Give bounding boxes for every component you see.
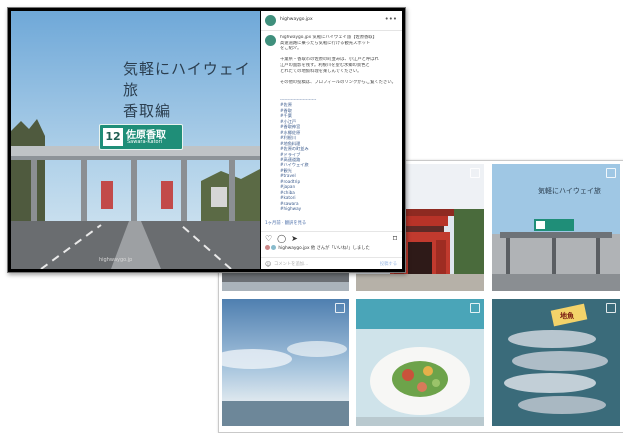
share-icon[interactable]: ➤ (291, 234, 303, 243)
highway-sign-image (492, 164, 620, 291)
grid-tile-highway-sign[interactable]: 気軽にハイウェイ旅 (492, 164, 620, 291)
photo-title: 気軽にハイウェイ旅 香取編 (123, 59, 260, 122)
bookmark-icon[interactable]: ⌑ (393, 234, 397, 243)
liker-avatar (271, 245, 276, 250)
emoji-icon[interactable]: ☺ (265, 261, 271, 268)
divider (261, 231, 402, 232)
comment-input[interactable]: コメントを追加... (274, 261, 308, 267)
highway-exit-sign: 12 佐原香取 Sawara-Katori (99, 124, 183, 150)
food-image (356, 299, 484, 426)
fish-price-tag: 地魚 (560, 312, 574, 320)
multiple-photos-icon (470, 303, 480, 313)
liked-by-text: highwaygo.jpx 他 さんが「いいね!」しました (278, 246, 370, 251)
multiple-photos-icon (335, 303, 345, 313)
exit-name-en: Sawara-Katori (127, 139, 163, 145)
liker-avatar (265, 245, 270, 250)
photo-title-line2: 香取編 (123, 102, 172, 120)
caption-line: その他の投稿は、プロフィールのリンクからご覧ください。 (280, 79, 396, 85)
fish-image (492, 299, 620, 426)
comment-icon[interactable]: ◯ (277, 234, 291, 243)
see-translation-link[interactable]: 1ヶ月前 · 翻訳を見る (265, 220, 306, 226)
multiple-photos-icon (470, 168, 480, 178)
multiple-photos-icon (606, 303, 616, 313)
post-photo[interactable]: 気軽にハイウェイ旅 香取編 12 佐原香取 Sawara-Katori high… (11, 11, 260, 269)
caption-avatar[interactable] (265, 35, 276, 46)
avatar[interactable] (265, 15, 276, 26)
grid-tile-sky[interactable] (222, 299, 349, 426)
post-card: 気軽にハイウェイ旅 香取編 12 佐原香取 Sawara-Katori high… (7, 7, 406, 273)
post-comment-button[interactable]: 投稿する (380, 261, 397, 267)
post-sidebar: highwaygo.jpx ••• highwaygo.jpx 気軽にハイウェイ… (261, 11, 402, 269)
hashtag-list: ------------------------ #佐原 #香取 #千葉 #小江戸 #香取… (280, 97, 396, 212)
sky-image (222, 299, 349, 426)
small-photo-title: 気軽にハイウェイ旅 (538, 187, 601, 195)
post-actions: ♡◯➤ (265, 234, 303, 243)
liked-by: highwaygo.jpx 他 さんが「いいね!」しました (265, 245, 370, 251)
exit-number: 12 (103, 128, 123, 146)
post-header: highwaygo.jpx ••• (261, 11, 402, 31)
photo-watermark: highwaygo.jp (99, 257, 133, 263)
grid-tile-fish[interactable]: 地魚 (492, 299, 620, 426)
heart-icon[interactable]: ♡ (265, 234, 277, 243)
username[interactable]: highwaygo.jpx (280, 17, 313, 22)
comment-row: ☺ コメントを追加... 投稿する (261, 257, 402, 270)
grid-tile-food[interactable] (356, 299, 484, 426)
hashtag[interactable]: #highway (280, 206, 396, 211)
post-caption: highwaygo.jpx 気軽にハイウェイ旅【佐原香取】 高速道路に乗ったら気軽… (280, 35, 396, 85)
photo-title-line1: 気軽にハイウェイ旅 (123, 60, 251, 99)
more-icon[interactable]: ••• (385, 15, 397, 23)
multiple-photos-icon (606, 168, 616, 178)
